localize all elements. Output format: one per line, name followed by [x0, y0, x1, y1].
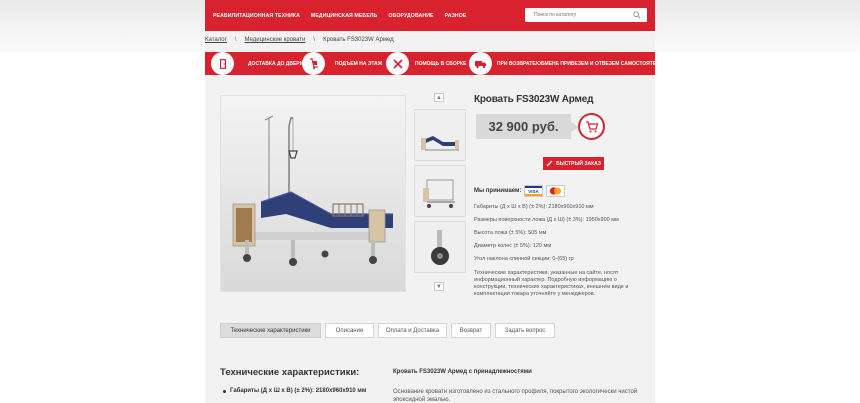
description-heading: Кровать FS3023W Армед с принадлежностями	[393, 369, 532, 375]
service-assembly-label: ПОМОЩЬ В СБОРКЕ	[415, 61, 467, 67]
spec-height: Высота ложа (± 5%): 505 мм	[474, 230, 547, 236]
thumbnail-1[interactable]	[414, 109, 466, 161]
top-navigation: РЕАБИЛИТАЦИОННАЯ ТЕХНИКА МЕДИЦИНСКАЯ МЕБ…	[205, 0, 655, 31]
spec-disclaimer: Технические характеристики, указанные на…	[474, 270, 629, 297]
payment-methods: Мы принимаем: VISA	[474, 185, 566, 197]
pencil-icon	[546, 160, 553, 167]
quick-order-label: БЫСТРЫЙ ЗАКАЗ	[556, 160, 601, 167]
hospital-bed-image	[221, 96, 405, 291]
nav-item-rehab[interactable]: РЕАБИЛИТАЦИОННАЯ ТЕХНИКА	[213, 13, 300, 19]
breadcrumb: Каталог \ Медицинские кровати \ Кровать …	[205, 37, 394, 43]
hand-truck-icon	[302, 52, 325, 75]
thumbnail-3[interactable]	[414, 221, 466, 273]
chevron-up-icon[interactable]: ▲	[434, 93, 444, 102]
description-text: Основание кровати изготовлено из стально…	[393, 389, 638, 403]
breadcrumb-separator: \	[234, 37, 237, 43]
tab-ask-question[interactable]: Задать вопрос	[495, 323, 555, 338]
door-icon	[211, 52, 234, 75]
search-icon[interactable]	[633, 11, 641, 19]
quick-order-button[interactable]: БЫСТРЫЙ ЗАКАЗ	[543, 157, 604, 170]
product-price: 32 900 руб.	[476, 114, 579, 139]
nav-item-furniture[interactable]: МЕДИЦИНСКАЯ МЕБЕЛЬ	[311, 13, 377, 19]
chevron-down-icon[interactable]: ▼	[434, 282, 444, 291]
spec-wheels: Диаметр колес (± 5%): 120 мм	[474, 243, 552, 249]
breadcrumb-current: Кровать FS3023W Армед	[323, 37, 394, 43]
main-product-image[interactable]	[220, 95, 406, 292]
nav-item-misc[interactable]: РАЗНОЕ	[445, 13, 467, 19]
spec-back-angle: Угол наклона спинной секции: 0-(65) гр	[474, 256, 574, 262]
tab-return[interactable]: Возврат	[451, 323, 491, 338]
service-return-label: ПРИ ВОЗВРАТЕ/ОБМЕНЕ ПРИВЕЗЕМ И ОТВЕЗЕМ С…	[497, 61, 671, 67]
search-box	[525, 8, 647, 22]
tab-payment-delivery[interactable]: Оплата и Доставка	[378, 323, 447, 338]
cart-icon	[585, 120, 598, 132]
nav-item-equipment[interactable]: ОБОРУДОВАНИЕ	[388, 13, 433, 19]
delivery-truck-icon	[469, 52, 492, 75]
thumbnail-2[interactable]	[414, 165, 466, 217]
search-input[interactable]	[534, 12, 629, 18]
product-tabs: Технические характеристики Описание Опла…	[220, 323, 559, 338]
breadcrumb-catalog[interactable]: Каталог	[205, 37, 227, 43]
svg-text:VISA: VISA	[529, 189, 540, 194]
page-container: РЕАБИЛИТАЦИОННАЯ ТЕХНИКА МЕДИЦИНСКАЯ МЕБ…	[205, 0, 671, 403]
service-lift-label: ПОДЪЕМ НА ЭТАЖ	[335, 61, 383, 67]
service-delivery-label: ДОСТАВКА ДО ДВЕРИ	[248, 61, 304, 67]
spec-surface: Размеры поверхности ложа (Д х Ш) (± 3%):…	[474, 217, 619, 223]
tools-icon	[386, 52, 409, 75]
mastercard-icon	[546, 185, 566, 197]
spec-dimensions: Габариты (Д х Ш х В) (± 2%): 2180х960х91…	[474, 204, 594, 210]
tab-specifications[interactable]: Технические характеристики	[220, 323, 321, 338]
services-bar: ДОСТАВКА ДО ДВЕРИ ПОДЪЕМ НА ЭТАЖ ПОМОЩЬ …	[205, 52, 671, 75]
tab-description[interactable]: Описание	[325, 323, 374, 338]
specs-list-item: Габариты (Д х Ш х В) (± 2%): 2180х960х91…	[222, 388, 367, 394]
breadcrumb-beds[interactable]: Медицинские кровати	[244, 37, 305, 43]
specs-heading: Технические характеристики:	[220, 367, 360, 378]
add-to-cart-button[interactable]	[578, 113, 605, 140]
payment-label: Мы принимаем:	[474, 188, 522, 194]
breadcrumb-separator: \	[313, 37, 316, 43]
product-title: Кровать FS3023W Армед	[474, 94, 594, 105]
visa-icon: VISA	[524, 185, 544, 197]
